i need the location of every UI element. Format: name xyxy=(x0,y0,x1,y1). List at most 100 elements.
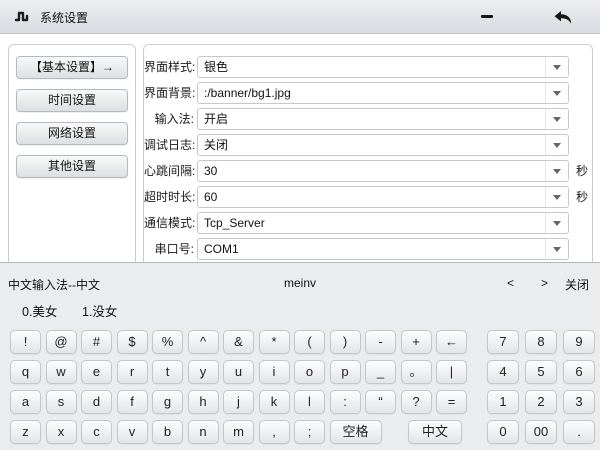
key-equals[interactable]: = xyxy=(436,390,467,414)
keyboard-row: asdfghjkl:“?= xyxy=(10,390,467,414)
key-u[interactable]: u xyxy=(223,360,254,384)
key-h[interactable]: h xyxy=(188,390,219,414)
key-paren-right[interactable]: ) xyxy=(330,330,361,354)
key-k[interactable]: k xyxy=(259,390,290,414)
minimize-button[interactable] xyxy=(476,4,498,28)
key-b[interactable]: b xyxy=(152,420,183,444)
key-n[interactable]: n xyxy=(188,420,219,444)
key-g[interactable]: g xyxy=(152,390,183,414)
combo-value: 关闭 xyxy=(204,135,228,155)
key-8[interactable]: 8 xyxy=(525,330,557,354)
key-dollar[interactable]: $ xyxy=(117,330,148,354)
ime-next-page-button[interactable]: > xyxy=(537,276,552,290)
key-1[interactable]: 1 xyxy=(487,390,519,414)
combo-heartbeat-interval[interactable]: 30 xyxy=(197,160,569,182)
chevron-down-icon[interactable] xyxy=(545,109,568,129)
key-at[interactable]: @ xyxy=(46,330,77,354)
key-e[interactable]: e xyxy=(81,360,112,384)
key-underscore[interactable]: _ xyxy=(365,360,396,384)
key-3[interactable]: 3 xyxy=(563,390,595,414)
chevron-down-icon[interactable] xyxy=(545,83,568,103)
key-minus[interactable]: - xyxy=(365,330,396,354)
combo-value: COM1 xyxy=(204,239,239,259)
key-plus[interactable]: + xyxy=(401,330,432,354)
key-asterisk[interactable]: * xyxy=(259,330,290,354)
key-x[interactable]: x xyxy=(46,420,77,444)
ime-prev-page-button[interactable]: < xyxy=(503,276,518,290)
key-percent[interactable]: % xyxy=(152,330,183,354)
key-s[interactable]: s xyxy=(46,390,77,414)
combo-timeout[interactable]: 60 xyxy=(197,186,569,208)
key-semicolon[interactable]: ; xyxy=(294,420,325,444)
key-j[interactable]: j xyxy=(223,390,254,414)
sidebar-item-network-settings[interactable]: 网络设置 xyxy=(16,122,128,145)
chevron-down-icon[interactable] xyxy=(545,213,568,233)
key-hash[interactable]: # xyxy=(81,330,112,354)
combo-value: Tcp_Server xyxy=(204,213,265,233)
key-00[interactable]: 00 xyxy=(525,420,557,444)
key-exclaim[interactable]: ! xyxy=(10,330,41,354)
key-c[interactable]: c xyxy=(81,420,112,444)
key-paren-left[interactable]: ( xyxy=(294,330,325,354)
key-0[interactable]: 0 xyxy=(487,420,519,444)
key-5[interactable]: 5 xyxy=(525,360,557,384)
key-t[interactable]: t xyxy=(152,360,183,384)
settings-form-panel: 界面样式: 银色 界面背景: :/banner/bg1.jpg 输入法: 开启 … xyxy=(143,44,593,274)
key-q[interactable]: q xyxy=(10,360,41,384)
key-r[interactable]: r xyxy=(117,360,148,384)
key-m[interactable]: m xyxy=(223,420,254,444)
key-7[interactable]: 7 xyxy=(487,330,519,354)
chevron-down-icon[interactable] xyxy=(545,187,568,207)
key-backspace[interactable]: ← xyxy=(436,330,467,354)
key-chinese-mode[interactable]: 中文 xyxy=(408,420,462,444)
combo-value: :/banner/bg1.jpg xyxy=(204,83,291,103)
key-y[interactable]: y xyxy=(188,360,219,384)
form-row-ui-background: 界面背景: :/banner/bg1.jpg xyxy=(144,82,592,104)
key-v[interactable]: v xyxy=(117,420,148,444)
key-question[interactable]: ? xyxy=(401,390,432,414)
combo-input-method[interactable]: 开启 xyxy=(197,108,569,130)
numpad-row: 000. xyxy=(487,420,595,444)
combo-serial-port[interactable]: COM1 xyxy=(197,238,569,260)
back-button[interactable] xyxy=(550,5,576,29)
sidebar-item-time-settings[interactable]: 时间设置 xyxy=(16,89,128,112)
combo-ui-background[interactable]: :/banner/bg1.jpg xyxy=(197,82,569,104)
key-colon[interactable]: : xyxy=(330,390,361,414)
key-dot[interactable]: . xyxy=(563,420,595,444)
chevron-down-icon[interactable] xyxy=(545,161,568,181)
ime-close-button[interactable]: 关闭 xyxy=(565,276,589,293)
key-9[interactable]: 9 xyxy=(563,330,595,354)
key-a[interactable]: a xyxy=(10,390,41,414)
key-f[interactable]: f xyxy=(117,390,148,414)
sidebar-item-basic-settings[interactable]: 【基本设置】→ xyxy=(16,56,128,79)
combo-comm-mode[interactable]: Tcp_Server xyxy=(197,212,569,234)
key-space[interactable]: 空格 xyxy=(330,420,382,444)
chevron-down-icon[interactable] xyxy=(545,239,568,259)
key-pipe[interactable]: | xyxy=(436,360,467,384)
combo-ui-style[interactable]: 银色 xyxy=(197,56,569,78)
key-d[interactable]: d xyxy=(81,390,112,414)
key-cn-period[interactable]: 。 xyxy=(401,360,432,384)
candidate-item[interactable]: 0.美女 xyxy=(22,301,57,320)
minimize-icon xyxy=(481,15,493,18)
key-2[interactable]: 2 xyxy=(525,390,557,414)
key-p[interactable]: p xyxy=(330,360,361,384)
key-ampersand[interactable]: & xyxy=(223,330,254,354)
key-caret[interactable]: ^ xyxy=(188,330,219,354)
window-title: 系统设置 xyxy=(40,9,88,26)
key-z[interactable]: z xyxy=(10,420,41,444)
form-row-ui-style: 界面样式: 银色 xyxy=(144,56,592,78)
key-w[interactable]: w xyxy=(46,360,77,384)
key-l[interactable]: l xyxy=(294,390,325,414)
key-4[interactable]: 4 xyxy=(487,360,519,384)
key-comma[interactable]: , xyxy=(259,420,290,444)
chevron-down-icon[interactable] xyxy=(545,57,568,77)
key-o[interactable]: o xyxy=(294,360,325,384)
key-6[interactable]: 6 xyxy=(563,360,595,384)
key-quote[interactable]: “ xyxy=(365,390,396,414)
chevron-down-icon[interactable] xyxy=(545,135,568,155)
sidebar-item-other-settings[interactable]: 其他设置 xyxy=(16,155,128,178)
combo-debug-log[interactable]: 关闭 xyxy=(197,134,569,156)
key-i[interactable]: i xyxy=(259,360,290,384)
candidate-item[interactable]: 1.没女 xyxy=(82,301,117,320)
